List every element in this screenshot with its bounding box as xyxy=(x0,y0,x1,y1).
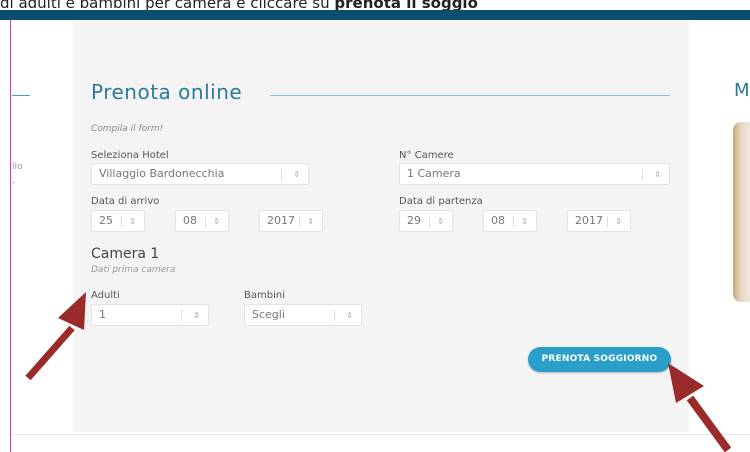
up-down-arrows-icon: ⇕ xyxy=(437,217,444,226)
select-divider xyxy=(281,169,282,180)
rooms-select[interactable]: 1 Camera ⇕ xyxy=(399,163,670,185)
departure-year-value: 2017 xyxy=(575,214,603,227)
arrival-year-value: 2017 xyxy=(267,214,295,227)
arrival-month-select[interactable]: 08 ⇕ xyxy=(175,210,229,232)
adults-value: 1 xyxy=(99,308,106,321)
departure-label: Data di partenza xyxy=(399,196,483,207)
select-divider xyxy=(513,216,514,227)
arrival-label: Data di arrivo xyxy=(91,196,160,207)
arrival-day-value: 25 xyxy=(99,214,113,227)
children-value: Scegli xyxy=(252,308,285,321)
up-down-arrows-icon: ⇕ xyxy=(193,311,200,320)
up-down-arrows-icon: ⇕ xyxy=(521,217,528,226)
hotel-label: Seleziona Hotel xyxy=(91,150,169,161)
departure-day-value: 29 xyxy=(407,214,421,227)
footer-divider xyxy=(11,434,750,435)
select-divider xyxy=(121,216,122,227)
select-divider xyxy=(205,216,206,227)
booking-panel: Prenota online Compila il form! Selezion… xyxy=(73,20,689,432)
arrival-day-select[interactable]: 25 ⇕ xyxy=(91,210,145,232)
header-bar xyxy=(0,10,750,20)
select-divider xyxy=(334,310,335,321)
up-down-arrows-icon: ⇕ xyxy=(307,217,314,226)
page-left-border xyxy=(10,20,11,452)
select-divider xyxy=(299,216,300,227)
arrival-month-value: 08 xyxy=(183,214,197,227)
up-down-arrows-icon: ⇕ xyxy=(129,217,136,226)
hotel-select[interactable]: Villaggio Bardonecchia ⇕ xyxy=(91,163,309,185)
adults-label: Adulti xyxy=(91,290,120,301)
children-select[interactable]: Scegli ⇕ xyxy=(244,304,362,326)
room1-subtitle: Dati prima camera xyxy=(91,265,176,275)
title-rule xyxy=(270,95,670,96)
promo-image xyxy=(733,122,750,302)
hotel-value: Villaggio Bardonecchia xyxy=(99,167,225,180)
select-divider xyxy=(429,216,430,227)
left-column-rule xyxy=(12,95,30,96)
arrival-year-select[interactable]: 2017 ⇕ xyxy=(259,210,323,232)
form-subtitle: Compila il form! xyxy=(91,124,164,134)
rooms-value: 1 Camera xyxy=(407,167,461,180)
departure-year-select[interactable]: 2017 ⇕ xyxy=(567,210,631,232)
departure-month-select[interactable]: 08 ⇕ xyxy=(483,210,537,232)
select-divider xyxy=(642,169,643,180)
up-down-arrows-icon: ⇕ xyxy=(293,170,300,179)
form-title: Prenota online xyxy=(91,80,243,104)
book-stay-button[interactable]: PRENOTA SOGGIORNO xyxy=(528,347,671,372)
up-down-arrows-icon: ⇕ xyxy=(213,217,220,226)
select-divider xyxy=(607,216,608,227)
up-down-arrows-icon: ⇕ xyxy=(615,217,622,226)
children-label: Bambini xyxy=(244,290,285,301)
right-column-heading: M xyxy=(734,80,750,101)
departure-month-value: 08 xyxy=(491,214,505,227)
up-down-arrows-icon: ⇕ xyxy=(346,311,353,320)
select-divider xyxy=(181,310,182,321)
room1-title: Camera 1 xyxy=(91,246,160,262)
left-column-text-2: . xyxy=(12,176,15,186)
up-down-arrows-icon: ⇕ xyxy=(654,170,661,179)
rooms-label: N° Camere xyxy=(399,150,454,161)
left-column-text-1: lio xyxy=(12,162,23,172)
departure-day-select[interactable]: 29 ⇕ xyxy=(399,210,453,232)
adults-select[interactable]: 1 ⇕ xyxy=(91,304,209,326)
